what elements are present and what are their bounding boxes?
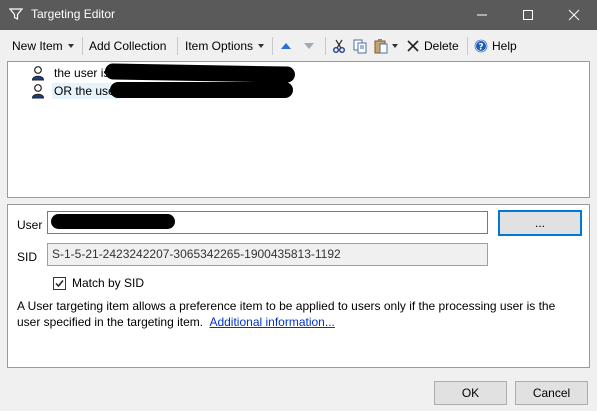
targeting-tree[interactable]: the user is OR the user: [7, 61, 590, 198]
redaction-mark: [104, 63, 296, 83]
cancel-button[interactable]: Cancel: [515, 381, 588, 405]
redaction-mark: [51, 214, 175, 229]
chevron-down-icon: [67, 44, 74, 48]
user-icon: [30, 65, 46, 81]
match-by-sid-label: Match by SID: [72, 276, 145, 290]
window-title: Targeting Editor: [31, 7, 116, 21]
minimize-button[interactable]: [459, 0, 505, 30]
title-bar: Targeting Editor: [0, 0, 597, 30]
user-label: User: [17, 218, 43, 232]
additional-info-link[interactable]: Additional information...: [209, 315, 334, 329]
new-item-label: New Item: [12, 39, 63, 53]
help-icon: ?: [474, 39, 488, 53]
tree-item[interactable]: OR the user: [30, 82, 121, 100]
chevron-down-icon[interactable]: [392, 44, 398, 48]
cut-icon[interactable]: [331, 38, 347, 54]
toolbar-separator: [467, 37, 468, 55]
toolbar-separator: [177, 37, 178, 55]
ok-button[interactable]: OK: [434, 381, 507, 405]
checkbox-checked-icon[interactable]: [53, 276, 66, 290]
help-label: Help: [492, 39, 517, 53]
toolbar-separator: [272, 37, 273, 55]
sid-label: SID: [17, 250, 38, 264]
description-text: A User targeting item allows a preferenc…: [17, 298, 577, 330]
help-button[interactable]: ? Help: [474, 34, 517, 58]
sid-field[interactable]: S-1-5-21-2423242207-3065342265-190043581…: [47, 243, 488, 266]
user-icon: [30, 83, 46, 99]
redaction-mark: [110, 82, 293, 98]
chevron-down-icon: [258, 44, 265, 48]
delete-label: Delete: [424, 39, 459, 53]
item-options-button[interactable]: Item Options: [185, 34, 265, 58]
new-item-button[interactable]: New Item: [12, 34, 74, 58]
paste-icon[interactable]: [373, 38, 389, 54]
properties-panel: User ... SID S-1-5-21-2423242207-3065342…: [7, 204, 590, 368]
svg-text:?: ?: [478, 43, 483, 53]
toolbar-separator: [82, 37, 83, 55]
delete-button[interactable]: Delete: [406, 34, 459, 58]
item-options-label: Item Options: [185, 39, 254, 53]
add-collection-label: Add Collection: [89, 39, 167, 53]
toolbar: New Item Add Collection Item Options Del…: [0, 30, 597, 62]
move-down-icon[interactable]: [301, 38, 317, 54]
delete-icon: [406, 39, 420, 53]
move-up-icon[interactable]: [278, 38, 294, 54]
browse-button[interactable]: ...: [498, 210, 582, 236]
maximize-button[interactable]: [505, 0, 551, 30]
match-by-sid-checkbox[interactable]: Match by SID: [53, 276, 144, 290]
close-button[interactable]: [551, 0, 597, 30]
tree-item-label: the user is: [54, 66, 110, 80]
filter-icon: [8, 7, 24, 21]
copy-icon[interactable]: [352, 38, 368, 54]
toolbar-separator: [325, 37, 326, 55]
close-icon: [568, 9, 580, 21]
tree-item[interactable]: the user is: [30, 64, 111, 82]
add-collection-button[interactable]: Add Collection: [89, 34, 166, 58]
